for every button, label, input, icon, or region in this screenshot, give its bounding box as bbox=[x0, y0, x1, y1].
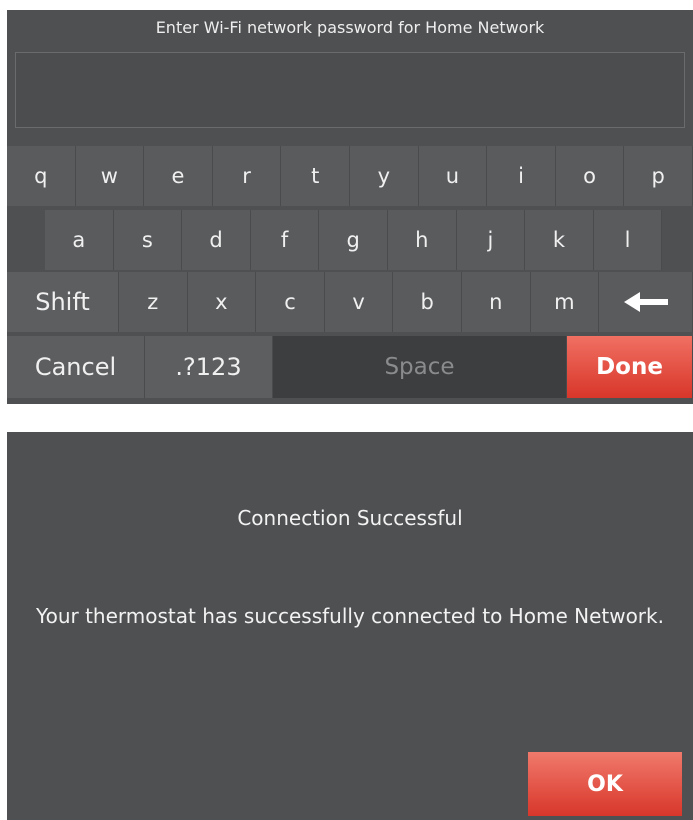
key-w[interactable]: w bbox=[75, 146, 145, 206]
cancel-key[interactable]: Cancel bbox=[7, 336, 145, 398]
key-l[interactable]: l bbox=[593, 210, 663, 270]
message-title: Connection Successful bbox=[237, 506, 463, 530]
symbols-key[interactable]: .?123 bbox=[145, 336, 273, 398]
key-h[interactable]: h bbox=[388, 210, 457, 270]
key-q[interactable]: q bbox=[7, 146, 76, 206]
key-n[interactable]: n bbox=[462, 272, 531, 332]
key-u[interactable]: u bbox=[418, 146, 488, 206]
key-c[interactable]: c bbox=[256, 272, 325, 332]
key-j[interactable]: j bbox=[456, 210, 526, 270]
key-i[interactable]: i bbox=[487, 146, 556, 206]
key-m[interactable]: m bbox=[530, 272, 600, 332]
key-o[interactable]: o bbox=[555, 146, 625, 206]
keyboard-screen: Enter Wi-Fi network password for Home Ne… bbox=[7, 10, 693, 404]
key-k[interactable]: k bbox=[525, 210, 594, 270]
key-d[interactable]: d bbox=[182, 210, 251, 270]
message-body: Your thermostat has successfully connect… bbox=[36, 604, 664, 628]
key-t[interactable]: t bbox=[281, 146, 350, 206]
key-f[interactable]: f bbox=[250, 210, 320, 270]
connection-message-screen: Connection Successful Your thermostat ha… bbox=[7, 432, 693, 820]
key-v[interactable]: v bbox=[324, 272, 394, 332]
key-b[interactable]: b bbox=[393, 272, 462, 332]
key-g[interactable]: g bbox=[319, 210, 388, 270]
ok-button[interactable]: OK bbox=[528, 752, 682, 816]
password-prompt-title: Enter Wi-Fi network password for Home Ne… bbox=[155, 18, 545, 37]
key-y[interactable]: y bbox=[350, 146, 419, 206]
key-x[interactable]: x bbox=[187, 272, 257, 332]
key-a[interactable]: a bbox=[45, 210, 114, 270]
key-r[interactable]: r bbox=[212, 146, 282, 206]
key-s[interactable]: s bbox=[113, 210, 183, 270]
password-input[interactable] bbox=[15, 52, 685, 128]
space-key[interactable]: Space bbox=[273, 336, 567, 398]
shift-key[interactable]: Shift bbox=[7, 272, 119, 332]
done-button[interactable]: Done bbox=[567, 336, 693, 398]
left-arrow-icon bbox=[623, 292, 668, 312]
backspace-key[interactable] bbox=[599, 272, 693, 332]
key-e[interactable]: e bbox=[144, 146, 213, 206]
key-p[interactable]: p bbox=[624, 146, 693, 206]
key-z[interactable]: z bbox=[119, 272, 188, 332]
